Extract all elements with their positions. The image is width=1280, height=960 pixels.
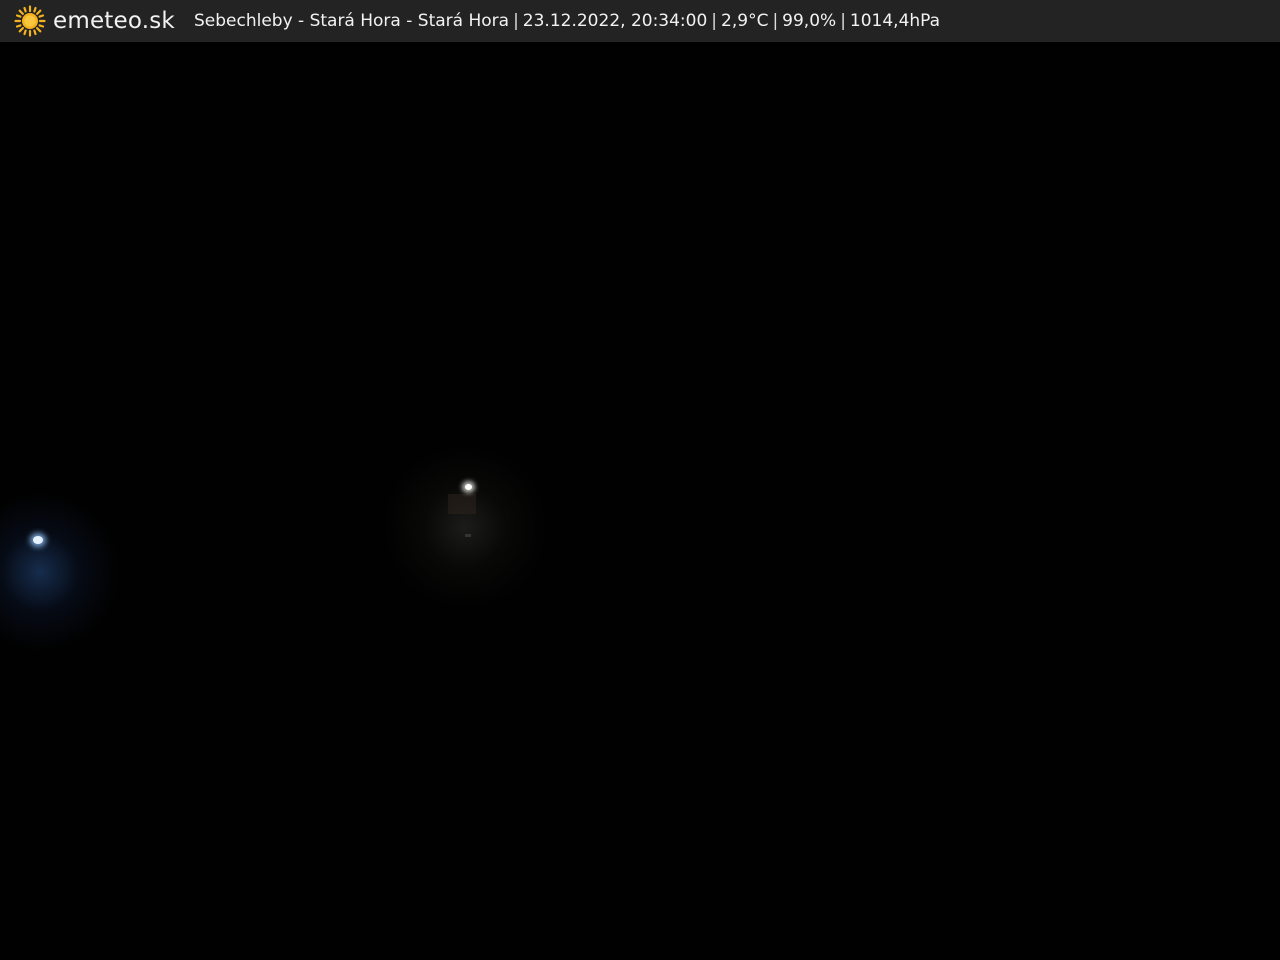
separator: | bbox=[840, 11, 846, 31]
location-label: Sebechleby - Stará Hora - Stará Hora bbox=[193, 11, 510, 31]
street-light-left bbox=[33, 536, 43, 544]
station-info: Sebechleby - Stará Hora - Stará Hora | 2… bbox=[194, 11, 940, 31]
info-bar: emeteo.sk Sebechleby - Stará Hora - Star… bbox=[0, 0, 1280, 42]
street-light-glow-left bbox=[0, 492, 120, 652]
datetime-label: 23.12.2022, 20:34:00 bbox=[522, 11, 708, 31]
temperature-label: 2,9°C bbox=[721, 11, 769, 31]
webcam-frame: emeteo.sk Sebechleby - Stará Hora - Star… bbox=[0, 0, 1280, 960]
separator: | bbox=[772, 11, 779, 31]
sun-icon bbox=[14, 5, 46, 37]
separator: | bbox=[513, 11, 519, 31]
separator: | bbox=[711, 11, 718, 31]
street-light-glow-center bbox=[385, 442, 545, 612]
pressure-label: 1014,4hPa bbox=[849, 11, 941, 31]
building-silhouette bbox=[448, 494, 476, 514]
brand-name: emeteo.sk bbox=[53, 8, 175, 34]
webcam-image bbox=[0, 42, 1280, 960]
humidity-label: 99,0% bbox=[782, 11, 837, 31]
street-light-center bbox=[465, 484, 472, 490]
window-light bbox=[465, 534, 471, 537]
logo: emeteo.sk bbox=[14, 5, 175, 37]
